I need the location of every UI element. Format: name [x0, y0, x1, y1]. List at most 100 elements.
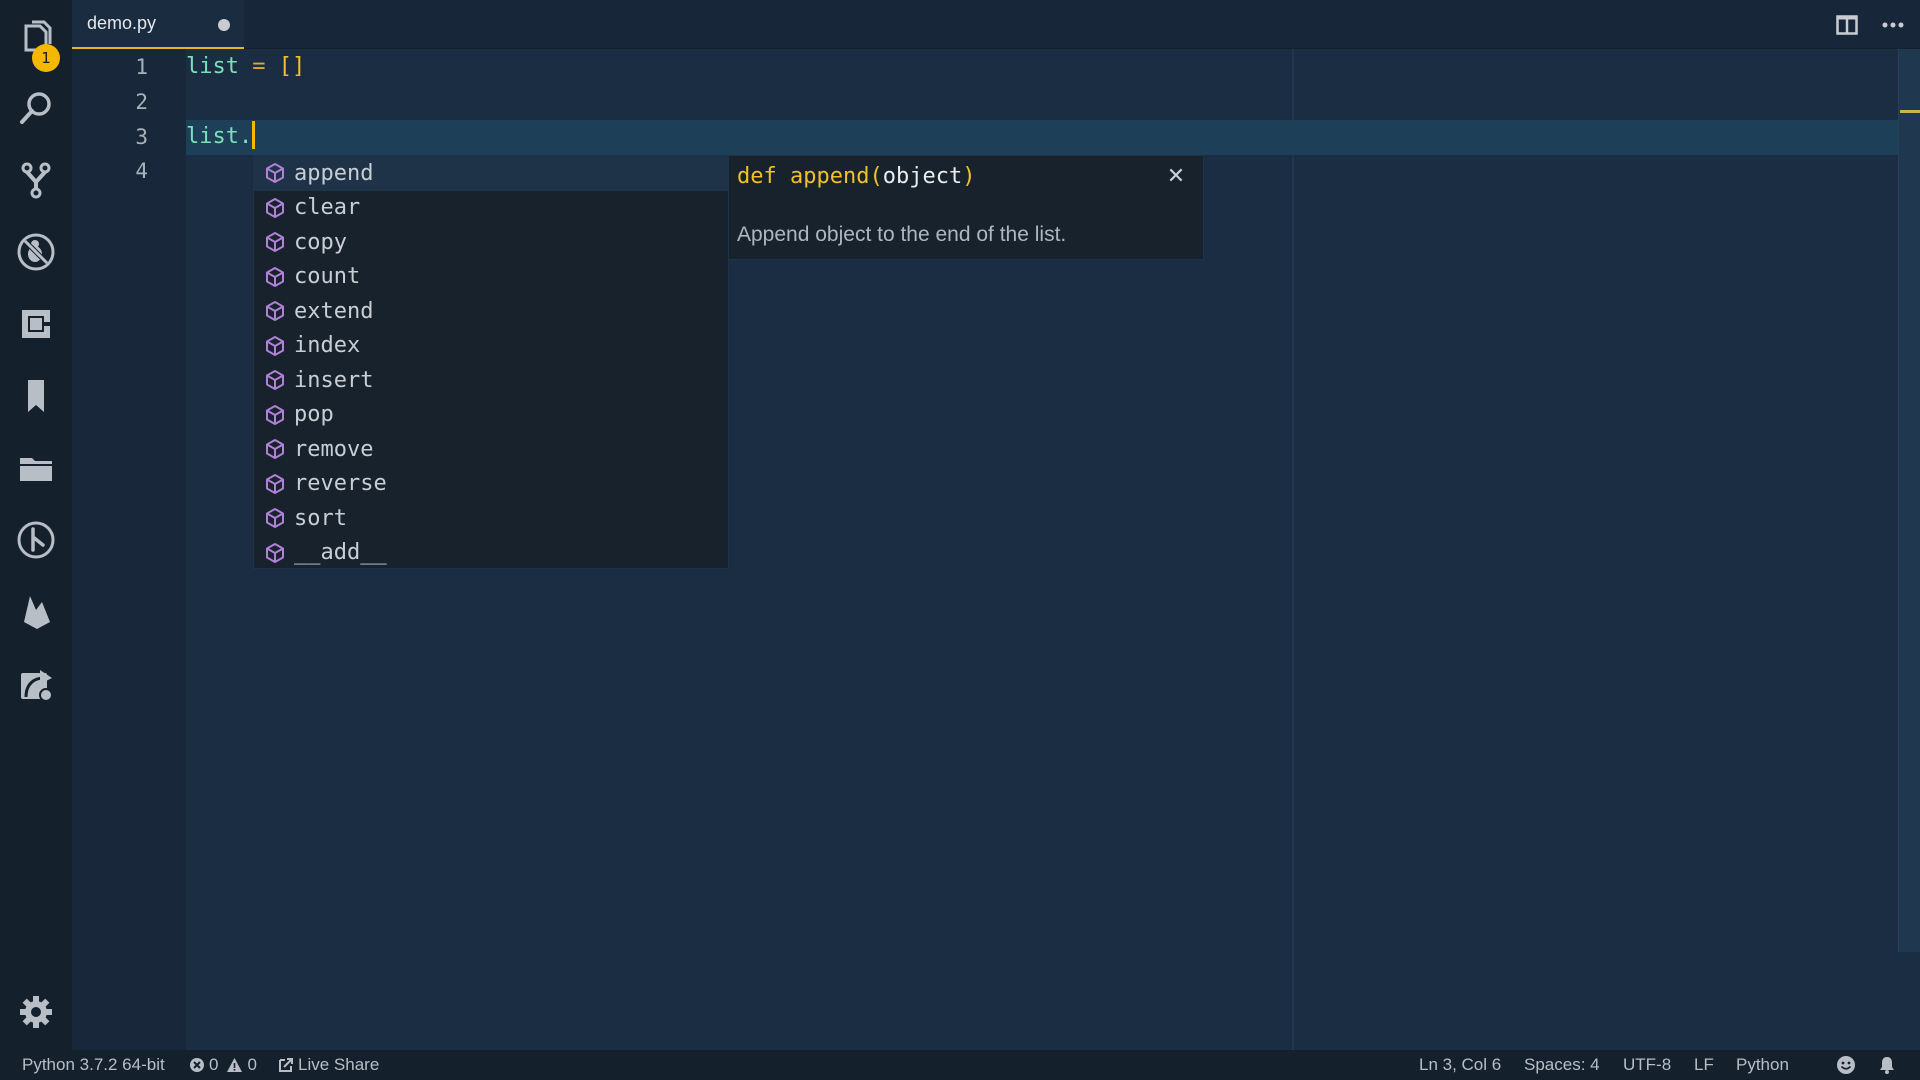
code-line-1[interactable]: list = []	[186, 50, 305, 84]
error-icon	[190, 1058, 204, 1072]
git-history-icon	[17, 521, 55, 559]
activity-gitlens[interactable]	[0, 510, 72, 570]
line-number: 4	[135, 159, 148, 183]
suggest-item-insert[interactable]: insert	[254, 363, 728, 398]
close-details-button[interactable]: ✕	[1165, 163, 1187, 188]
suggest-item-sort[interactable]: sort	[254, 501, 728, 536]
function-signature: def append(object)	[737, 164, 975, 189]
method-icon	[264, 369, 286, 391]
indentation-setting[interactable]: Spaces: 4	[1524, 1050, 1600, 1080]
method-icon	[264, 266, 286, 288]
line-number: 2	[135, 90, 148, 114]
token-brackets: []	[278, 54, 306, 79]
token-identifier: list	[186, 124, 239, 149]
notifications-button[interactable]	[1878, 1050, 1900, 1080]
suggest-item-label: clear	[294, 195, 361, 221]
extensions-icon	[22, 310, 52, 338]
method-icon	[264, 335, 286, 357]
activity-project-manager[interactable]	[0, 438, 72, 498]
suggest-item-remove[interactable]: remove	[254, 432, 728, 467]
sig-argument: object	[882, 164, 963, 189]
suggest-item-label: index	[294, 333, 361, 359]
token-dot: .	[238, 124, 253, 149]
suggest-item-label: remove	[294, 436, 374, 462]
more-actions-button[interactable]	[1880, 12, 1906, 38]
method-icon	[264, 300, 286, 322]
gear-icon	[20, 996, 52, 1028]
current-line-highlight	[186, 120, 1898, 155]
unsaved-dot-icon[interactable]	[218, 19, 230, 31]
interpreter-label: Python 3.7.2 64-bit	[22, 1055, 165, 1074]
sig-function-name: append	[790, 164, 870, 189]
method-icon	[264, 473, 286, 495]
language-mode[interactable]: Python	[1736, 1050, 1789, 1080]
folder-icon	[20, 458, 52, 481]
warning-count: 0	[247, 1055, 257, 1074]
suggest-item-label: sort	[294, 505, 347, 531]
vertical-scrollbar[interactable]	[1898, 49, 1920, 952]
language-label: Python	[1736, 1055, 1789, 1074]
python-interpreter[interactable]: Python 3.7.2 64-bit	[22, 1050, 165, 1080]
eol-setting[interactable]: LF	[1694, 1050, 1714, 1080]
live-share-label: Live Share	[298, 1055, 380, 1074]
text-cursor	[252, 121, 256, 149]
sig-open-paren: (	[869, 164, 883, 189]
bell-icon	[1880, 1057, 1894, 1074]
activity-source-control[interactable]	[0, 150, 72, 210]
search-icon	[20, 92, 51, 124]
activity-firebase[interactable]	[0, 582, 72, 642]
suggest-item-reverse[interactable]: reverse	[254, 467, 728, 502]
cursor-position-marker	[1900, 110, 1920, 113]
method-icon	[264, 404, 286, 426]
more-actions-icon	[1882, 22, 1904, 28]
method-icon	[264, 438, 286, 460]
sig-keyword: def	[737, 164, 777, 189]
suggest-item-copy[interactable]: copy	[254, 225, 728, 260]
suggest-item-label: __add__	[294, 540, 387, 566]
suggest-item-label: insert	[294, 367, 374, 393]
explorer-badge: 1	[32, 44, 60, 72]
activity-explorer[interactable]: 1	[0, 8, 72, 72]
feedback-button[interactable]	[1836, 1050, 1860, 1080]
status-bar: Python 3.7.2 64-bit 0 0 Live Share Ln 3,…	[0, 1050, 1920, 1080]
suggest-item-index[interactable]: index	[254, 329, 728, 364]
activity-debug[interactable]	[0, 222, 72, 282]
suggest-item-pop[interactable]: pop	[254, 398, 728, 433]
split-editor-button[interactable]	[1834, 12, 1860, 38]
suggest-details: def append(object) Append object to the …	[728, 155, 1204, 260]
smiley-icon	[1837, 1056, 1855, 1074]
suggest-item-append[interactable]: append	[254, 156, 728, 191]
activity-search[interactable]	[0, 78, 72, 138]
suggest-item-clear[interactable]: clear	[254, 191, 728, 226]
warning-icon	[227, 1058, 243, 1072]
suggest-widget: append clear copy count extend index insert pop…	[253, 155, 729, 569]
code-line-3[interactable]: list.	[186, 120, 256, 154]
error-count: 0	[209, 1055, 219, 1074]
live-share-button[interactable]: Live Share	[278, 1050, 379, 1080]
cursor-position[interactable]: Ln 3, Col 6	[1419, 1050, 1501, 1080]
docstring: Append object to the end of the list.	[737, 223, 1067, 246]
suggest-item-label: copy	[294, 229, 347, 255]
suggest-item-count[interactable]: count	[254, 260, 728, 295]
suggest-item-add[interactable]: __add__	[254, 536, 728, 571]
encoding-setting[interactable]: UTF-8	[1623, 1050, 1671, 1080]
activity-bookmarks[interactable]	[0, 366, 72, 426]
activity-remote[interactable]	[0, 654, 72, 714]
token-operator: =	[252, 54, 266, 79]
suggest-item-label: reverse	[294, 471, 387, 497]
method-icon	[264, 507, 286, 529]
method-icon	[264, 542, 286, 564]
suggest-item-label: extend	[294, 298, 374, 324]
suggest-item-label: append	[294, 160, 374, 186]
sig-close-paren: )	[962, 164, 976, 189]
tab-label: demo.py	[87, 13, 157, 33]
activity-settings[interactable]	[0, 982, 72, 1042]
problems-indicator[interactable]: 0 0	[189, 1050, 257, 1080]
position-label: Ln 3, Col 6	[1419, 1055, 1502, 1074]
line-number-gutter	[72, 49, 186, 1050]
line-number: 1	[135, 55, 148, 79]
suggest-item-extend[interactable]: extend	[254, 294, 728, 329]
tab-demo-py[interactable]: demo.py	[72, 0, 244, 49]
activity-extensions[interactable]	[0, 294, 72, 354]
